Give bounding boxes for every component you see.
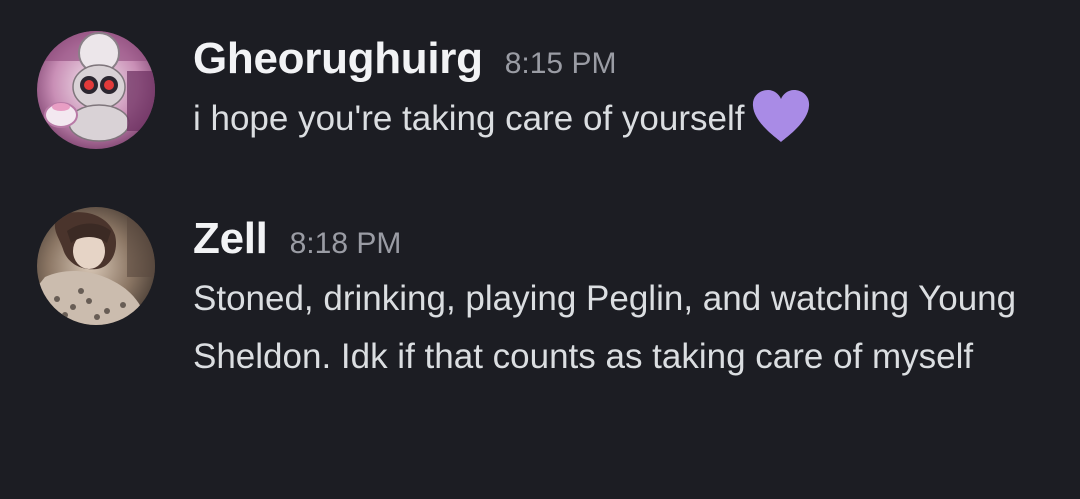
chat-log: Gheorughuirg 8:15 PM i hope you're taking… — [0, 0, 1080, 499]
message-content: i hope you're taking care of yourself — [193, 99, 745, 138]
username[interactable]: Zell — [193, 214, 268, 263]
avatar[interactable] — [37, 31, 155, 149]
purple-heart-icon — [750, 88, 812, 144]
message-header: Gheorughuirg 8:15 PM — [193, 34, 616, 84]
avatar[interactable] — [37, 207, 155, 325]
message-header: Zell 8:18 PM — [193, 214, 401, 264]
user-avatar-image — [37, 207, 155, 325]
user-avatar-image — [37, 31, 155, 149]
message-text: Stoned, drinking, playing Peglin, and wa… — [193, 279, 1017, 376]
timestamp: 8:15 PM — [504, 47, 617, 80]
timestamp: 8:18 PM — [289, 227, 402, 260]
message-text: i hope you're taking care of yourself — [193, 88, 1053, 148]
username[interactable]: Gheorughuirg — [193, 34, 483, 83]
